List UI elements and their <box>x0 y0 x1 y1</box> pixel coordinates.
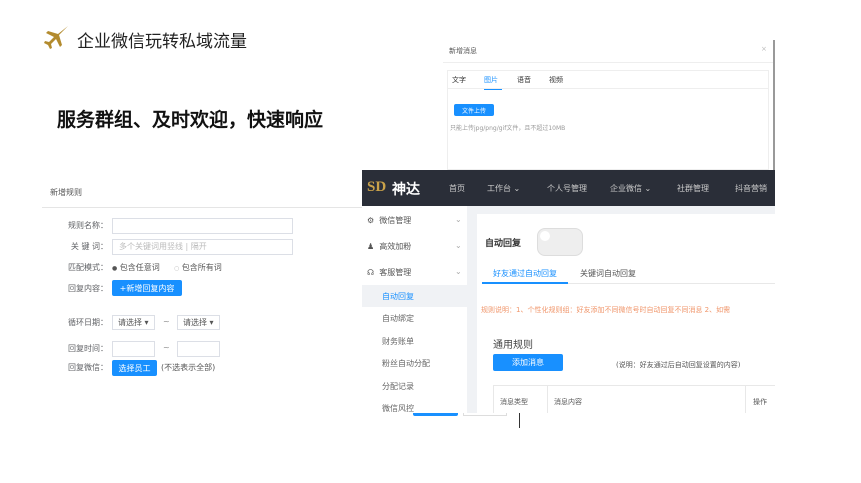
sidebar: ⚙ 微信管理 ⌄ ♟ 高效加粉 ⌄ ☊ 客服管理 ⌄ 自动回复 自动绑定 财务账单 粉… <box>362 206 467 413</box>
tab-image[interactable]: 图片 <box>484 75 502 90</box>
reply-time-start-input[interactable] <box>112 341 155 357</box>
add-reply-content-button[interactable]: +新增回复内容 <box>112 280 182 296</box>
app-window: SD 神达 首页 工作台 ⌄ 个人号管理 企业微信 ⌄ 社群管理 抖音营销 ⚙ … <box>362 170 775 413</box>
match-all-label: 包含所有词 <box>181 263 222 272</box>
nav-community[interactable]: 社群管理 <box>677 183 709 194</box>
sidebar-item-auto-bind[interactable]: 自动绑定 <box>382 313 414 324</box>
reply-wechat-label: 回复微信： <box>68 363 108 372</box>
reply-time-label: 回复时间： <box>68 344 108 353</box>
tab-keyword-auto-reply[interactable]: 关键词自动回复 <box>580 268 636 279</box>
file-upload-button[interactable]: 文件上传 <box>454 104 494 116</box>
upload-hint: 只能上传jpg/png/gif文件，且不超过10MB <box>450 125 566 132</box>
sidebar-group-fans[interactable]: ♟ 高效加粉 ⌄ <box>367 241 462 252</box>
col-message-content: 消息内容 <box>554 398 582 406</box>
jet-icon <box>44 26 68 49</box>
reply-time-end-input[interactable] <box>177 341 220 357</box>
sidebar-item-billing[interactable]: 财务账单 <box>382 336 414 347</box>
match-mode-label: 匹配模式： <box>68 263 108 272</box>
match-any-label: 包含任意词 <box>119 263 160 272</box>
gear-icon: ⚙ <box>367 216 375 225</box>
sidebar-item-auto-reply[interactable]: 自动回复 <box>382 291 414 302</box>
select-staff-button[interactable]: 选择员工 <box>112 360 157 376</box>
user-icon: ♟ <box>367 242 375 251</box>
nav-wecom[interactable]: 企业微信 ⌄ <box>610 183 651 194</box>
rule-form-title: 新增规则 <box>50 188 82 197</box>
match-all-radio[interactable]: ○ 包含所有词 <box>174 262 222 273</box>
dialog-title: 新增消息 <box>449 47 477 55</box>
cycle-date-start-select[interactable]: 请选择 ▾ <box>112 315 155 330</box>
col-actions: 操作 <box>753 398 767 406</box>
range-separator: ~ <box>163 317 170 326</box>
headset-icon: ☊ <box>367 268 375 277</box>
reply-content-label: 回复内容： <box>68 284 108 293</box>
tab-friend-auto-reply[interactable]: 好友通过自动回复 <box>493 268 557 279</box>
tab-voice[interactable]: 语音 <box>517 75 531 85</box>
sidebar-item-distribution-log[interactable]: 分配记录 <box>382 381 414 392</box>
new-message-dialog: 新增消息 × 文字 图片 语音 视频 文件上传 只能上传jpg/png/gif文… <box>443 40 775 170</box>
keyword-input[interactable]: 多个关键词用竖线 | 隔开 <box>112 239 293 255</box>
add-message-note: (说明：好友通过后自动回复设置的内容) <box>616 361 741 369</box>
keyword-label: 关 键 词： <box>70 242 108 251</box>
message-table-header: 消息类型 消息内容 操作 <box>493 385 775 413</box>
sidebar-group-wechat[interactable]: ⚙ 微信管理 ⌄ <box>367 215 462 226</box>
cycle-date-label: 循环日期： <box>68 318 108 327</box>
top-nav: SD 神达 首页 工作台 ⌄ 个人号管理 企业微信 ⌄ 社群管理 抖音营销 <box>362 170 775 206</box>
tab-text[interactable]: 文字 <box>452 75 466 85</box>
nav-workbench[interactable]: 工作台 ⌄ <box>487 183 520 194</box>
sidebar-group-service[interactable]: ☊ 客服管理 ⌄ <box>367 267 462 278</box>
nav-personal-accounts[interactable]: 个人号管理 <box>547 183 587 194</box>
brand-name: 神达 <box>392 182 420 198</box>
select-staff-hint: (不选表示全部) <box>161 363 216 372</box>
rule-note: 规则说明：1、个性化规则组：好友添加不同微信号时自动回复不同消息 2、如需 <box>481 306 731 314</box>
col-message-type: 消息类型 <box>500 398 528 406</box>
sidebar-item-risk-control[interactable]: 微信风控 <box>382 403 414 413</box>
rule-name-input[interactable] <box>112 218 293 234</box>
auto-reply-toggle[interactable] <box>537 228 583 256</box>
sidebar-item-fan-distribution[interactable]: 粉丝自动分配 <box>382 358 430 369</box>
logo: SD <box>367 179 387 195</box>
slide-heading: 服务群组、及时欢迎，快速响应 <box>57 109 324 131</box>
rule-name-label: 规则名称： <box>68 221 108 230</box>
page-title: 自动回复 <box>485 239 522 249</box>
content-panel: 自动回复 好友通过自动回复 关键词自动回复 规则说明：1、个性化规则组：好友添加… <box>477 214 775 413</box>
match-any-radio[interactable]: ● 包含任意词 <box>112 262 160 273</box>
cycle-date-end-select[interactable]: 请选择 ▾ <box>177 315 220 330</box>
add-message-button[interactable]: 添加消息 <box>493 354 563 371</box>
section-title: 通用规则 <box>493 340 533 351</box>
close-icon[interactable]: × <box>761 45 767 53</box>
slide-title: 企业微信玩转私域流量 <box>77 32 247 52</box>
tab-video[interactable]: 视频 <box>549 75 563 85</box>
nav-douyin[interactable]: 抖音营销 <box>735 183 767 194</box>
nav-home[interactable]: 首页 <box>449 183 465 194</box>
range-separator: ~ <box>163 343 170 352</box>
